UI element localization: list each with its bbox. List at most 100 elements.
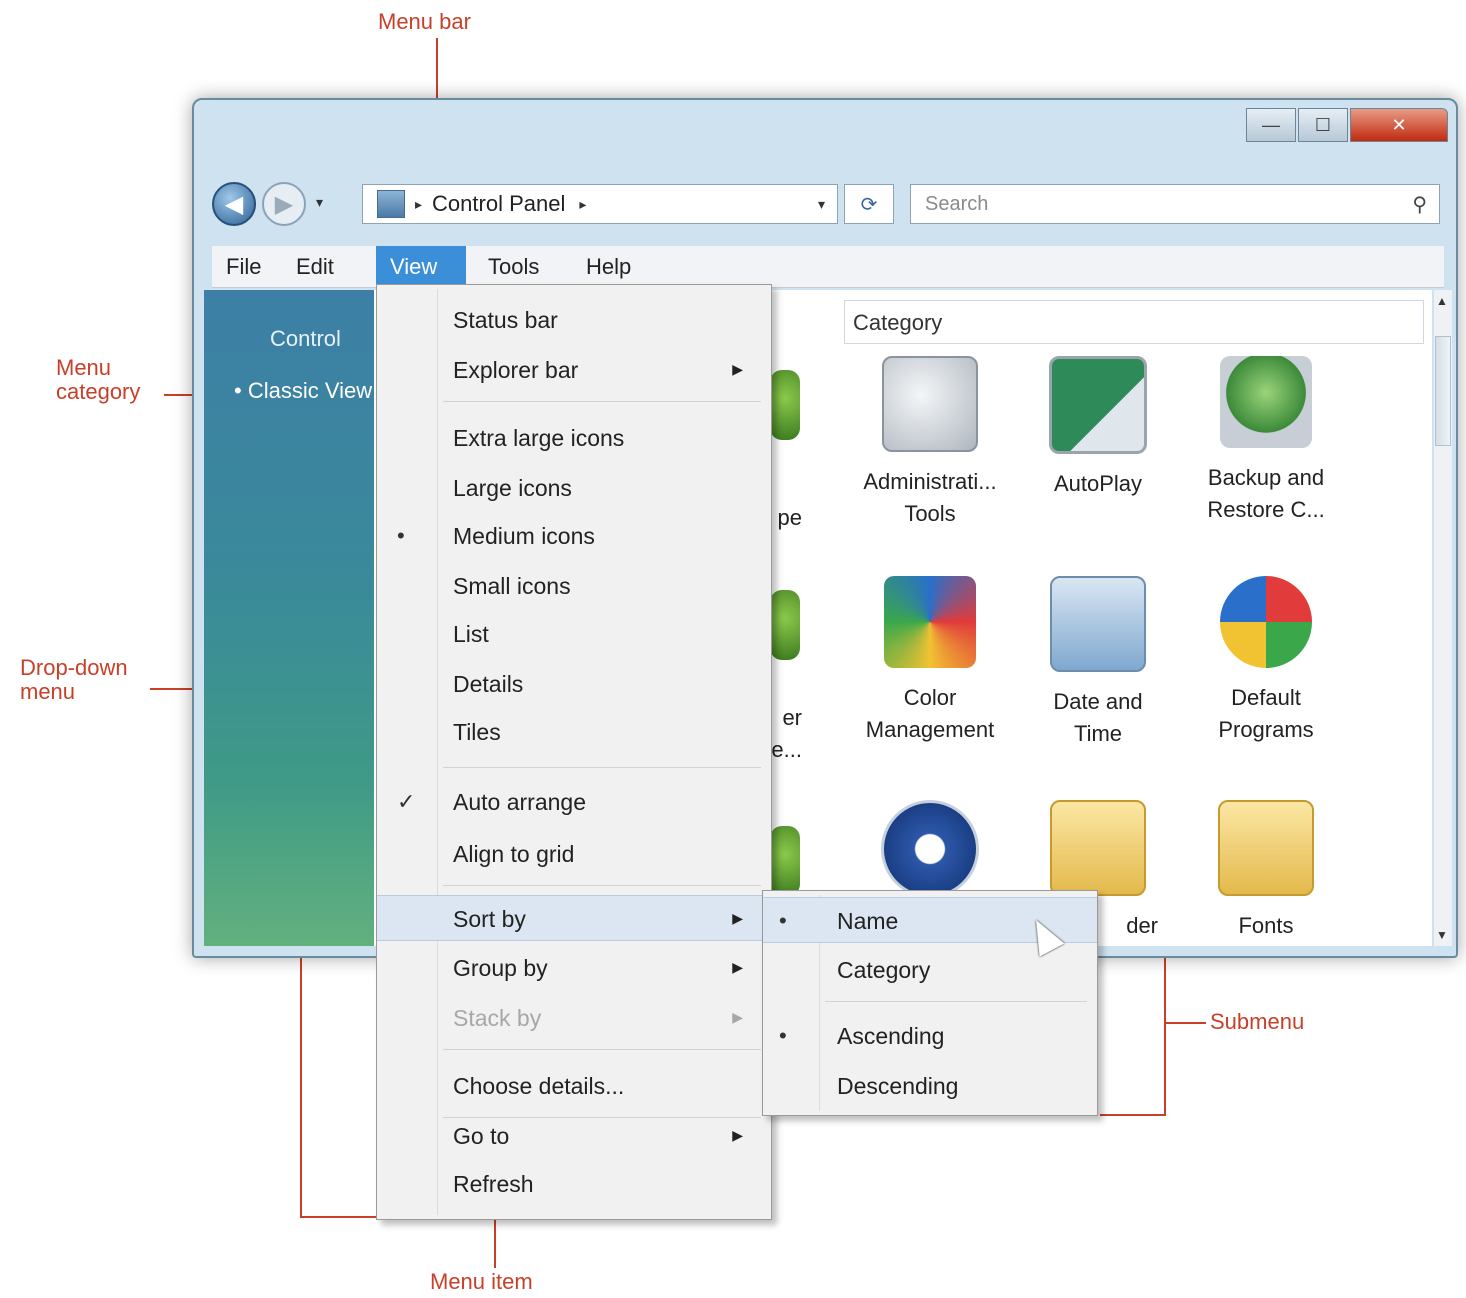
- annotation-menu-category-line2: category: [56, 379, 141, 404]
- submenu-arrow-icon: ▶: [732, 910, 743, 926]
- annotation-submenu-line: [1166, 1022, 1206, 1024]
- annotation-dropdown-line1: Drop-down: [20, 655, 128, 680]
- admin-tools-label: Administrati...: [863, 469, 997, 494]
- menu-item-details[interactable]: Details: [377, 661, 769, 707]
- checkmark-icon: ✓: [397, 789, 416, 814]
- address-dropdown-icon[interactable]: ▾: [818, 196, 825, 213]
- menu-separator: [443, 401, 761, 402]
- menu-item-refresh[interactable]: Refresh: [377, 1161, 769, 1207]
- maximize-button[interactable]: ☐: [1298, 108, 1348, 142]
- address-bar[interactable]: ▸ Control Panel ▸ ▾: [362, 184, 838, 224]
- submenu-arrow-icon: ▶: [732, 959, 743, 975]
- address-separator-icon[interactable]: ▸: [415, 196, 422, 213]
- menu-item-auto-arrange[interactable]: ✓ Auto arrange: [377, 779, 769, 825]
- autoplay-item[interactable]: AutoPlay: [1018, 356, 1178, 500]
- fonts-item[interactable]: Fonts: [1186, 800, 1346, 942]
- backup-label-2: Restore C...: [1207, 497, 1325, 522]
- admin-tools-item[interactable]: Administrati... Tools: [850, 356, 1010, 530]
- ease-of-access-partial-icon: [770, 370, 800, 440]
- navigation-bar: ◀ ▶ ▾ ▸ Control Panel ▸ ▾ ⟳ Search ⚲: [212, 178, 1444, 228]
- submenu-item-ascending[interactable]: • Ascending: [763, 1013, 1097, 1059]
- submenu-arrow-icon: ▶: [732, 1009, 743, 1025]
- scroll-up-arrow-icon[interactable]: ▲: [1436, 294, 1448, 308]
- close-button[interactable]: ✕: [1350, 108, 1448, 142]
- menu-file[interactable]: File: [212, 246, 275, 288]
- backup-icon: [1220, 356, 1312, 448]
- annotation-menu-category-line1: Menu: [56, 355, 112, 380]
- menu-help[interactable]: Help: [572, 246, 645, 288]
- menu-separator: [443, 885, 761, 886]
- radio-bullet-icon: •: [779, 1023, 787, 1048]
- color-management-item[interactable]: Color Management: [850, 576, 1010, 746]
- column-header-category[interactable]: Category: [844, 300, 1424, 344]
- backup-item[interactable]: Backup and Restore C...: [1186, 356, 1346, 526]
- submenu-separator: [825, 1001, 1087, 1002]
- menu-item-tiles[interactable]: Tiles: [377, 709, 769, 755]
- admin-tools-label-2: Tools: [904, 501, 956, 526]
- menu-item-choose-details[interactable]: Choose details...: [377, 1063, 769, 1109]
- submenu-item-category[interactable]: Category: [763, 947, 1097, 993]
- default-programs-label-2: Programs: [1218, 717, 1314, 742]
- task-pane-title: Control: [270, 326, 341, 351]
- menu-item-align-to-grid[interactable]: Align to grid: [377, 831, 769, 877]
- color-management-label: Color: [903, 685, 957, 710]
- menu-item-go-to[interactable]: Go to ▶: [377, 1113, 769, 1159]
- date-time-label: Date and: [1053, 689, 1143, 714]
- menu-tools[interactable]: Tools: [474, 246, 553, 288]
- vertical-scrollbar[interactable]: ▲ ▼: [1434, 290, 1452, 946]
- view-dropdown-menu: Status bar Explorer bar ▶ Extra large ic…: [376, 284, 772, 1220]
- radio-bullet-icon: •: [397, 523, 405, 548]
- menu-item-group-by[interactable]: Group by ▶: [377, 945, 769, 991]
- default-programs-item[interactable]: Default Programs: [1186, 576, 1346, 746]
- date-time-icon: [1050, 576, 1146, 672]
- backup-label: Backup and: [1207, 465, 1325, 490]
- recent-pages-dropdown[interactable]: ▾: [316, 194, 323, 211]
- date-time-item[interactable]: Date and Time: [1018, 576, 1178, 750]
- search-icon[interactable]: ⚲: [1412, 192, 1427, 217]
- default-programs-label: Default: [1231, 685, 1301, 710]
- back-button[interactable]: ◀: [212, 182, 256, 226]
- menu-view[interactable]: View: [376, 246, 466, 288]
- menu-item-small-icons[interactable]: Small icons: [377, 563, 769, 609]
- scroll-down-arrow-icon[interactable]: ▼: [1436, 928, 1448, 942]
- forward-button[interactable]: ▶: [262, 182, 306, 226]
- folder-options-icon: [1050, 800, 1146, 896]
- submenu-item-descending[interactable]: Descending: [763, 1063, 1097, 1109]
- menu-bar: File Edit View Tools Help: [212, 246, 1444, 288]
- refresh-button[interactable]: ⟳: [844, 184, 894, 224]
- autoplay-icon: [1049, 356, 1147, 454]
- menu-item-list[interactable]: List: [377, 611, 769, 657]
- color-management-label-2: Management: [865, 717, 995, 742]
- color-management-icon: [884, 576, 976, 668]
- admin-tools-icon: [882, 356, 978, 452]
- annotation-menu-bar: Menu bar: [378, 9, 471, 34]
- menu-item-sort-by[interactable]: Sort by ▶: [377, 895, 769, 941]
- ease-of-access-icon: [881, 800, 979, 898]
- ease-of-access-item[interactable]: [850, 800, 1010, 898]
- menu-item-status-bar[interactable]: Status bar: [377, 297, 769, 343]
- minimize-button[interactable]: —: [1246, 108, 1296, 142]
- menu-item-stack-by: Stack by ▶: [453, 1005, 743, 1031]
- scrollbar-thumb[interactable]: [1435, 336, 1451, 446]
- address-path[interactable]: Control Panel: [432, 191, 565, 217]
- annotation-submenu: Submenu: [1210, 1009, 1305, 1034]
- classic-view-link[interactable]: • Classic View: [234, 378, 372, 404]
- address-separator-end-icon[interactable]: ▸: [579, 196, 586, 213]
- autoplay-label: AutoPlay: [1053, 471, 1143, 496]
- menu-edit[interactable]: Edit: [282, 246, 348, 288]
- menu-item-medium-icons[interactable]: • Medium icons: [377, 513, 769, 559]
- menu-item-explorer-bar[interactable]: Explorer bar ▶: [377, 347, 769, 393]
- date-time-label-2: Time: [1073, 721, 1123, 746]
- menu-separator: [443, 767, 761, 768]
- menu-separator: [443, 1049, 761, 1050]
- annotation-dropdown: Drop-down menu: [20, 656, 128, 704]
- radio-bullet-icon: •: [779, 908, 787, 933]
- partial-icon-2: [770, 590, 800, 660]
- search-input[interactable]: Search ⚲: [910, 184, 1440, 224]
- search-placeholder: Search: [925, 192, 989, 215]
- submenu-arrow-icon: ▶: [732, 361, 743, 377]
- annotation-menu-category: Menu category: [56, 356, 140, 404]
- menu-item-extra-large-icons[interactable]: Extra large icons: [377, 415, 769, 461]
- partial-icon-3: [770, 826, 800, 896]
- menu-item-large-icons[interactable]: Large icons: [377, 465, 769, 511]
